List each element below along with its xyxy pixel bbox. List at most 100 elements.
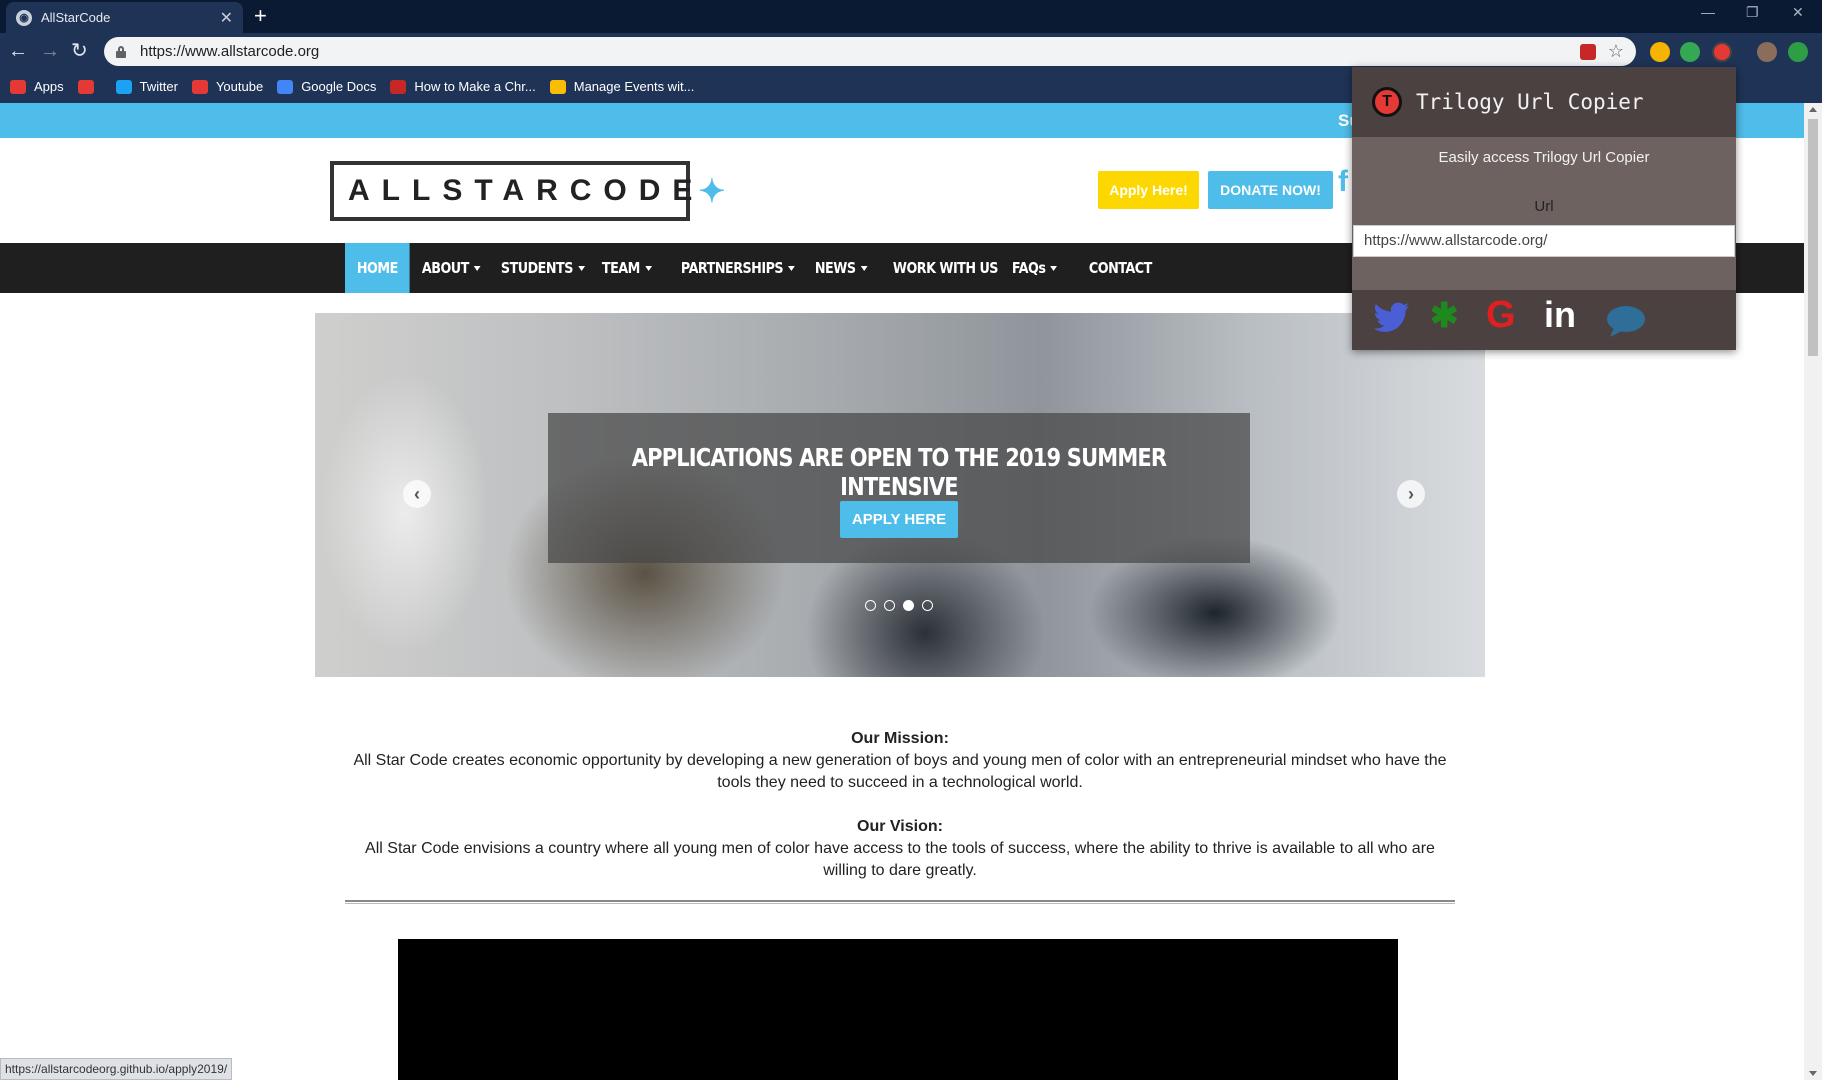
scrollbar-thumb[interactable] [1808,119,1818,356]
bookmark-label: Apps [34,79,64,94]
trilogy-extension-icon[interactable] [1712,42,1732,62]
nav-item-label: STUDENTS [500,259,574,277]
scroll-up-icon[interactable] [1809,107,1817,112]
nav-item-students[interactable]: STUDENTS [489,243,597,293]
popup-title: Trilogy Url Copier [1416,90,1644,114]
nav-item-faqs[interactable]: FAQs [1000,243,1069,293]
status-url: https://allstarcodeorg.github.io/apply20… [0,1058,233,1080]
url-label: Url [1534,198,1554,215]
carousel-dot[interactable] [903,600,914,611]
nav-item-team[interactable]: TEAM [590,243,664,293]
mission-text: All Star Code creates economic opportuni… [353,752,1447,791]
divider [345,900,1455,904]
vision-text: All Star Code envisions a country where … [365,840,1435,879]
address-bar[interactable]: https://www.allstarcode.org ☆ [104,37,1636,66]
bookmark-item[interactable]: Apps [10,79,64,94]
nav-item-label: CONTACT [1088,259,1152,277]
carousel-indicators [865,600,933,611]
slack-icon[interactable]: ✱ [1430,296,1459,336]
scroll-down-icon[interactable] [1809,1071,1817,1076]
nav-item-label: FAQs [1011,259,1046,277]
nav-item-partnerships[interactable]: PARTNERSHIPS [669,243,807,293]
url-input[interactable]: https://www.allstarcode.org/ [1353,225,1735,257]
reload-icon[interactable]: ↻ [71,40,88,62]
bookmark-label: Google Docs [301,79,377,94]
google-docs-icon [277,79,294,94]
hero-caption: APPLICATIONS ARE OPEN TO THE 2019 SUMMER… [548,413,1250,563]
vision-heading: Our Vision: [857,818,943,835]
bookmark-star-icon[interactable]: ☆ [1608,41,1624,62]
carousel-next-icon[interactable]: › [1397,480,1425,508]
close-tab-icon[interactable]: ✕ [220,8,233,28]
extension-icon[interactable] [1650,42,1670,62]
chat-bubble-icon[interactable] [1606,304,1646,343]
nav-item-label: TEAM [601,259,640,277]
donate-button[interactable]: DONATE NOW! [1208,171,1333,209]
blocked-content-icon[interactable] [1579,43,1596,60]
extension-icon[interactable] [1680,42,1700,62]
caret-down-icon [473,265,481,271]
chrome-icon [549,79,566,94]
restore-icon[interactable]: ❐ [1746,4,1759,21]
bookmark-item[interactable]: Twitter [115,79,178,94]
browser-toolbar: ← → ↻ https://www.allstarcode.org ☆ [0,33,1822,70]
trilogy-logo-icon: T [1372,87,1402,117]
nav-item-label: NEWS [814,259,856,277]
popup-description: Easily access Trilogy Url Copier [1438,149,1650,166]
carousel-dot[interactable] [884,600,895,611]
youtube-icon [191,79,208,94]
twitter-icon[interactable] [1373,302,1410,340]
share-icon-bar: ✱ G in [1352,290,1736,350]
browser-tab[interactable]: ◉ AllStarCode ✕ [6,2,243,33]
nav-item-label: ABOUT [421,259,469,277]
carousel-prev-icon[interactable]: ‹ [403,480,431,508]
nav-item-home[interactable]: HOME [345,243,410,293]
window-close-icon[interactable]: ✕ [1792,4,1804,21]
back-icon[interactable]: ← [8,40,28,62]
bookmark-item[interactable]: How to Make a Chr... [390,79,536,94]
apps-grid-icon [10,79,26,94]
minimize-icon[interactable]: — [1701,4,1715,20]
caret-down-icon [788,265,795,271]
video-player[interactable] [398,939,1398,1080]
star-icon: ✦ [698,173,726,209]
logo-text: ALLSTARCODE [348,174,705,207]
nav-item-contact[interactable]: CONTACT [1077,243,1164,293]
caret-down-icon [1050,265,1058,271]
forward-icon[interactable]: → [40,40,60,62]
update-icon[interactable] [1788,42,1808,62]
facebook-icon[interactable]: f [1338,165,1348,199]
hero-headline: APPLICATIONS ARE OPEN TO THE 2019 SUMMER… [631,443,1167,501]
address-text[interactable]: https://www.allstarcode.org [140,43,1580,60]
bookmark-item[interactable]: Youtube [191,79,264,94]
globe-icon: ◉ [16,9,32,26]
bookmark-label: Youtube [215,79,264,94]
nav-item-about[interactable]: ABOUT [410,243,493,293]
scrollbar[interactable] [1804,103,1822,1080]
caret-down-icon [860,265,868,271]
bookmark-item[interactable]: Google Docs [277,79,376,94]
hero-carousel[interactable]: APPLICATIONS ARE OPEN TO THE 2019 SUMMER… [315,313,1485,677]
caret-down-icon [577,265,585,271]
google-icon[interactable]: G [1486,294,1516,337]
nav-item-label: PARTNERSHIPS [680,259,784,277]
carousel-dot[interactable] [922,600,933,611]
nav-item-work-with-us[interactable]: WORK WITH US [881,243,1010,293]
tab-strip: ◉ AllStarCode ✕ + — ❐ ✕ [0,0,1822,33]
popup-header: T Trilogy Url Copier [1352,67,1736,137]
bookmark-item[interactable]: Manage Events wit... [549,79,695,94]
bookmark-label: Manage Events wit... [573,79,695,94]
avatar[interactable] [1757,42,1777,62]
nav-item-news[interactable]: NEWS [803,243,879,293]
apply-button[interactable]: Apply Here! [1098,171,1199,209]
new-tab-icon[interactable]: + [254,3,267,29]
bookmark-label: Twitter [139,79,178,94]
linkedin-icon[interactable]: in [1544,294,1576,336]
tab-title: AllStarCode [41,10,111,25]
carousel-dot[interactable] [865,600,876,611]
bookmark-item[interactable] [77,79,102,94]
site-logo[interactable]: ALLSTARCODE ✦ [330,161,725,221]
lock-icon [116,45,126,58]
nav-item-label: WORK WITH US [892,259,999,277]
hero-apply-button[interactable]: APPLY HERE [840,501,958,538]
